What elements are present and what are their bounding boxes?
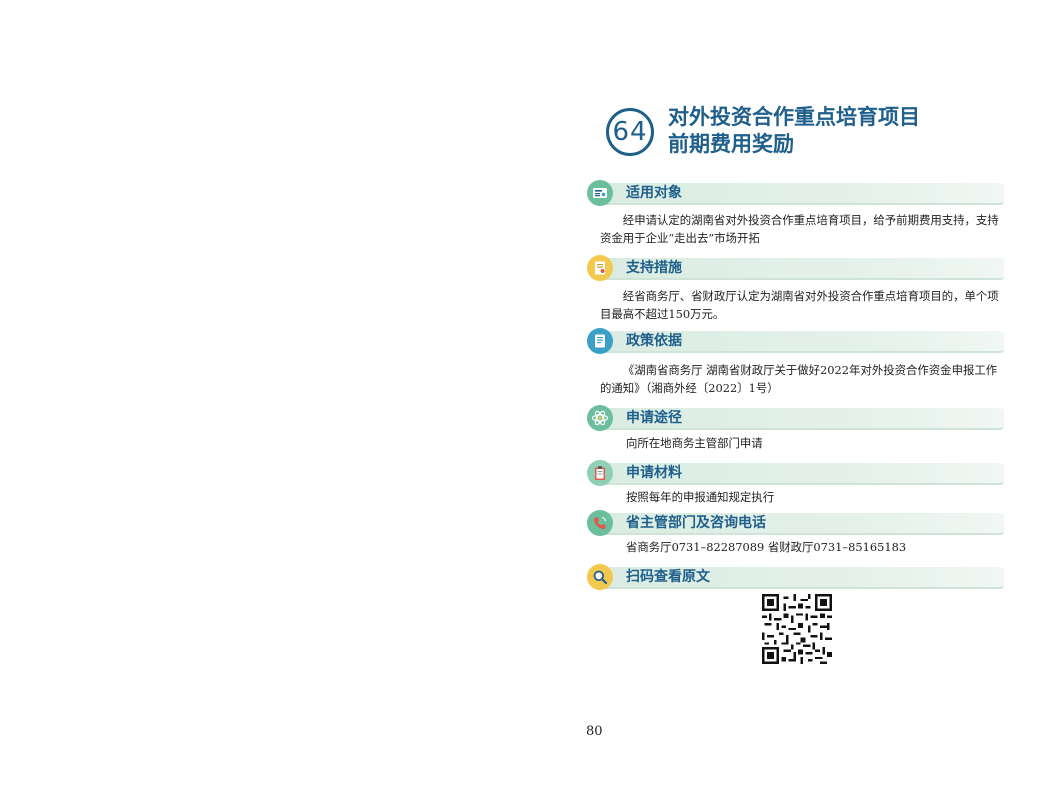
document-icon bbox=[587, 328, 613, 354]
section-title-contact: 省主管部门及咨询电话 bbox=[626, 515, 766, 531]
section-title-policy-basis: 政策依据 bbox=[626, 333, 682, 349]
page-title-line-2: 前期费用奖励 bbox=[668, 132, 794, 156]
section-title-application-materials: 申请材料 bbox=[626, 465, 682, 481]
atom-icon bbox=[587, 405, 613, 431]
id-card-icon bbox=[587, 180, 613, 206]
item-number: 64 bbox=[612, 117, 648, 147]
section-body-application-materials: 按照每年的申报通知规定执行 bbox=[626, 490, 775, 504]
section-title-scan-code: 扫码查看原文 bbox=[626, 569, 710, 585]
section-body-application-channel: 向所在地商务主管部门申请 bbox=[626, 436, 763, 450]
clipboard-icon bbox=[587, 460, 613, 486]
section-title-eligibility: 适用对象 bbox=[626, 185, 682, 201]
page-title-line-1: 对外投资合作重点培育项目 bbox=[668, 105, 920, 129]
page-number: 80 bbox=[586, 724, 603, 739]
section-title-support: 支持措施 bbox=[626, 260, 682, 276]
phone-icon bbox=[587, 510, 613, 536]
search-icon bbox=[587, 564, 613, 590]
item-number-badge: 64 bbox=[606, 108, 654, 156]
section-body-eligibility: 经申请认定的湖南省对外投资合作重点培育项目，给予前期费用支持，支持资金用于企业“… bbox=[600, 213, 999, 245]
section-body-contact: 省商务厅0731–82287089 省财政厅0731–85165183 bbox=[626, 540, 907, 554]
section-body-support: 经省商务厅、省财政厅认定为湖南省对外投资合作重点培育项目的，单个项目最高不超过1… bbox=[600, 289, 999, 321]
qr-code-icon[interactable] bbox=[762, 594, 832, 664]
page-title: 对外投资合作重点培育项目 前期费用奖励 bbox=[668, 104, 920, 158]
certificate-icon bbox=[587, 255, 613, 281]
section-title-application-channel: 申请途径 bbox=[626, 410, 682, 426]
section-body-policy-basis: 《湖南省商务厅 湖南省财政厅关于做好2022年对外投资合作资金申报工作的通知》（… bbox=[600, 363, 998, 395]
